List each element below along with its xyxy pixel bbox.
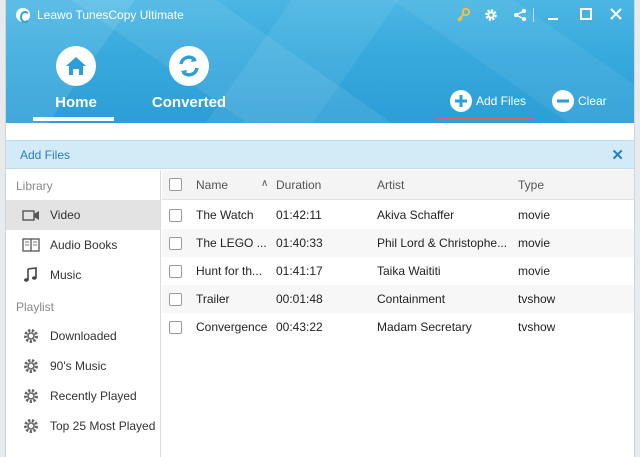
plus-icon [450, 90, 472, 112]
cell-type: tvshow [518, 320, 556, 334]
cell-artist: Containment [377, 292, 446, 306]
table-row[interactable]: The LEGO ... 01:40:33 Phil Lord & Christ… [162, 229, 634, 257]
cell-name: Hunt for th... [196, 264, 263, 278]
table-header: Name ∧ Duration Artist Type [162, 170, 634, 200]
cell-name: The LEGO ... [196, 236, 267, 250]
panel-close-icon[interactable]: ✕ [611, 146, 624, 164]
sidebar-item-recently-played[interactable]: Recently Played [6, 381, 160, 411]
app-window: Leawo TunesCopy Ultimate Home Converted … [5, 0, 635, 457]
settings-gear-icon[interactable] [482, 7, 500, 23]
tab-converted[interactable]: Converted [144, 46, 234, 122]
cell-duration: 01:40:33 [276, 236, 323, 250]
column-header-name[interactable]: Name [196, 178, 228, 192]
gear-icon [22, 418, 40, 434]
playlist-section-title: Playlist [16, 300, 55, 314]
sidebar-item-music[interactable]: Music [6, 260, 160, 290]
sidebar-item-label: Video [50, 208, 81, 222]
tab-home[interactable]: Home [31, 46, 121, 122]
file-table: Name ∧ Duration Artist Type The Watch 01… [162, 170, 634, 457]
cell-type: movie [518, 264, 551, 278]
cell-type: movie [518, 208, 551, 222]
sidebar-item-90s-music[interactable]: 90's Music [6, 351, 160, 381]
cell-artist: Taika Waititi [377, 264, 441, 278]
row-checkbox[interactable] [169, 265, 182, 278]
video-icon [22, 207, 40, 223]
music-note-icon [22, 267, 40, 283]
add-files-button[interactable]: Add Files [450, 90, 530, 112]
header: Leawo TunesCopy Ultimate Home Converted … [6, 0, 634, 123]
row-checkbox[interactable] [169, 293, 182, 306]
cell-name: Convergence [196, 320, 268, 334]
active-tab-indicator [33, 117, 114, 121]
cell-duration: 01:41:17 [276, 264, 323, 278]
cell-type: tvshow [518, 292, 556, 306]
refresh-icon [169, 46, 209, 86]
row-checkbox[interactable] [169, 237, 182, 250]
clear-label: Clear [578, 94, 607, 108]
sidebar-item-label: 90's Music [50, 359, 107, 373]
tab-home-label: Home [55, 94, 97, 111]
share-icon[interactable] [511, 7, 529, 23]
table-row[interactable]: Trailer 00:01:48 Containment tvshow [162, 285, 634, 313]
app-title: Leawo TunesCopy Ultimate [37, 8, 184, 22]
gear-icon [22, 358, 40, 374]
gear-icon [22, 328, 40, 344]
table-row[interactable]: Convergence 00:43:22 Madam Secretary tvs… [162, 313, 634, 341]
app-logo-icon [16, 8, 30, 23]
cell-artist: Madam Secretary [377, 320, 472, 334]
cell-type: movie [518, 236, 551, 250]
title-bar: Leawo TunesCopy Ultimate [6, 0, 634, 30]
column-header-duration[interactable]: Duration [276, 178, 321, 192]
gear-icon [22, 388, 40, 404]
sidebar-item-top-25-most-played[interactable]: Top 25 Most Played [6, 411, 160, 441]
cell-duration: 01:42:11 [276, 208, 322, 222]
minimize-button[interactable] [544, 7, 562, 23]
home-icon [56, 46, 96, 86]
sort-ascending-icon[interactable]: ∧ [261, 178, 268, 189]
cell-duration: 00:01:48 [276, 292, 323, 306]
clear-button[interactable]: Clear [552, 90, 612, 112]
add-files-panel-header: Add Files ✕ [6, 140, 634, 169]
add-files-indicator [436, 118, 534, 120]
minus-icon [552, 90, 574, 112]
sidebar: Library Video Audio Books Music Playlist… [6, 170, 161, 457]
sidebar-item-label: Audio Books [50, 238, 118, 252]
close-window-button[interactable] [607, 7, 625, 23]
panel-title: Add Files [20, 148, 71, 162]
library-section-title: Library [16, 179, 53, 193]
table-row[interactable]: Hunt for th... 01:41:17 Taika Waititi mo… [162, 257, 634, 285]
cell-artist: Phil Lord & Christophe... [377, 236, 508, 250]
row-checkbox[interactable] [169, 209, 182, 222]
title-separator [533, 8, 534, 22]
cell-duration: 00:43:22 [276, 320, 323, 334]
key-icon[interactable] [454, 7, 472, 23]
sidebar-item-label: Music [50, 268, 82, 282]
sidebar-item-audio-books[interactable]: Audio Books [6, 230, 160, 260]
select-all-checkbox[interactable] [169, 178, 182, 191]
column-header-artist[interactable]: Artist [377, 178, 404, 192]
cell-artist: Akiva Schaffer [377, 208, 455, 222]
sidebar-item-label: Top 25 Most Played [50, 419, 156, 433]
column-header-type[interactable]: Type [518, 178, 544, 192]
sidebar-item-video[interactable]: Video [6, 200, 160, 230]
cell-name: The Watch [196, 208, 254, 222]
row-checkbox[interactable] [169, 321, 182, 334]
sidebar-item-label: Downloaded [50, 329, 117, 343]
add-files-label: Add Files [476, 94, 527, 108]
book-icon [22, 237, 40, 253]
sidebar-item-label: Recently Played [50, 389, 137, 403]
cell-name: Trailer [196, 292, 230, 306]
sidebar-item-downloaded[interactable]: Downloaded [6, 321, 160, 351]
maximize-button[interactable] [577, 7, 595, 23]
tab-converted-label: Converted [151, 94, 227, 111]
table-row[interactable]: The Watch 01:42:11 Akiva Schaffer movie [162, 201, 634, 229]
